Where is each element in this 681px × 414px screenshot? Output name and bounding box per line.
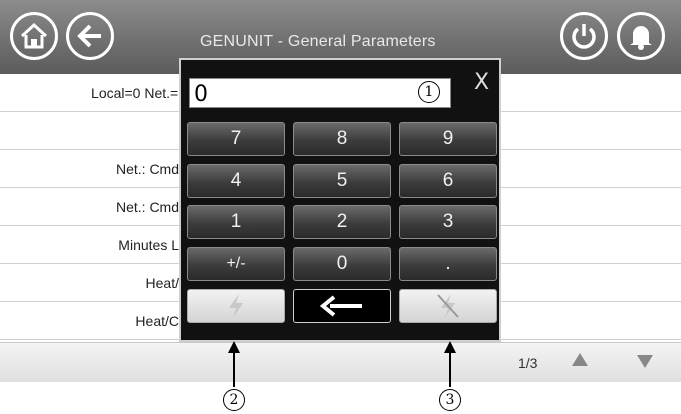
lightning-off-icon <box>437 294 459 318</box>
page-down-icon[interactable] <box>637 355 653 368</box>
value-text: 0 <box>194 82 208 107</box>
param-label: Minutes L <box>118 237 179 253</box>
pagination-bar: 1/3 <box>0 342 681 382</box>
alarm-button[interactable] <box>617 12 665 60</box>
key-sign[interactable]: +/- <box>187 247 285 281</box>
key-decimal[interactable]: . <box>399 247 497 281</box>
value-input[interactable]: 0 <box>189 78 451 108</box>
key-5[interactable]: 5 <box>293 164 391 198</box>
key-9[interactable]: 9 <box>399 122 497 156</box>
home-icon <box>20 22 48 49</box>
lightning-icon <box>229 294 243 318</box>
key-2[interactable]: 2 <box>293 205 391 239</box>
page-title: GENUNIT - General Parameters <box>200 33 436 50</box>
back-button[interactable] <box>66 12 114 60</box>
callout-3-line <box>449 351 451 387</box>
backspace-arrow-icon <box>320 295 362 317</box>
back-arrow-icon <box>77 24 101 48</box>
param-label: Heat/C <box>135 313 179 329</box>
numeric-keypad: 0 X 7 8 9 4 5 6 1 2 3 +/- 0 . <box>179 58 501 342</box>
callout-2: 2 <box>223 389 245 411</box>
param-label: Heat/ <box>145 275 179 291</box>
close-button[interactable]: X <box>474 70 489 95</box>
key-8[interactable]: 8 <box>293 122 391 156</box>
param-label: Net.: Cmd <box>115 161 179 177</box>
key-6[interactable]: 6 <box>399 164 497 198</box>
key-1[interactable]: 1 <box>187 205 285 239</box>
key-4[interactable]: 4 <box>187 164 285 198</box>
param-label: Net.: Cmd <box>115 199 179 215</box>
page-up-icon[interactable] <box>572 353 588 366</box>
key-0[interactable]: 0 <box>293 247 391 281</box>
power-button[interactable] <box>560 12 608 60</box>
bell-icon <box>630 26 652 50</box>
home-button[interactable] <box>10 12 58 60</box>
power-icon <box>572 24 596 49</box>
key-7[interactable]: 7 <box>187 122 285 156</box>
callout-3: 3 <box>439 389 461 411</box>
key-3[interactable]: 3 <box>399 205 497 239</box>
callout-2-line <box>233 351 235 387</box>
backspace-button[interactable] <box>293 289 391 323</box>
param-label: Local=0 Net.=1 <box>91 85 186 101</box>
remove-force-button[interactable] <box>399 289 497 323</box>
force-button[interactable] <box>187 289 285 323</box>
callout-1: 1 <box>418 81 440 103</box>
page-indicator: 1/3 <box>518 355 538 371</box>
